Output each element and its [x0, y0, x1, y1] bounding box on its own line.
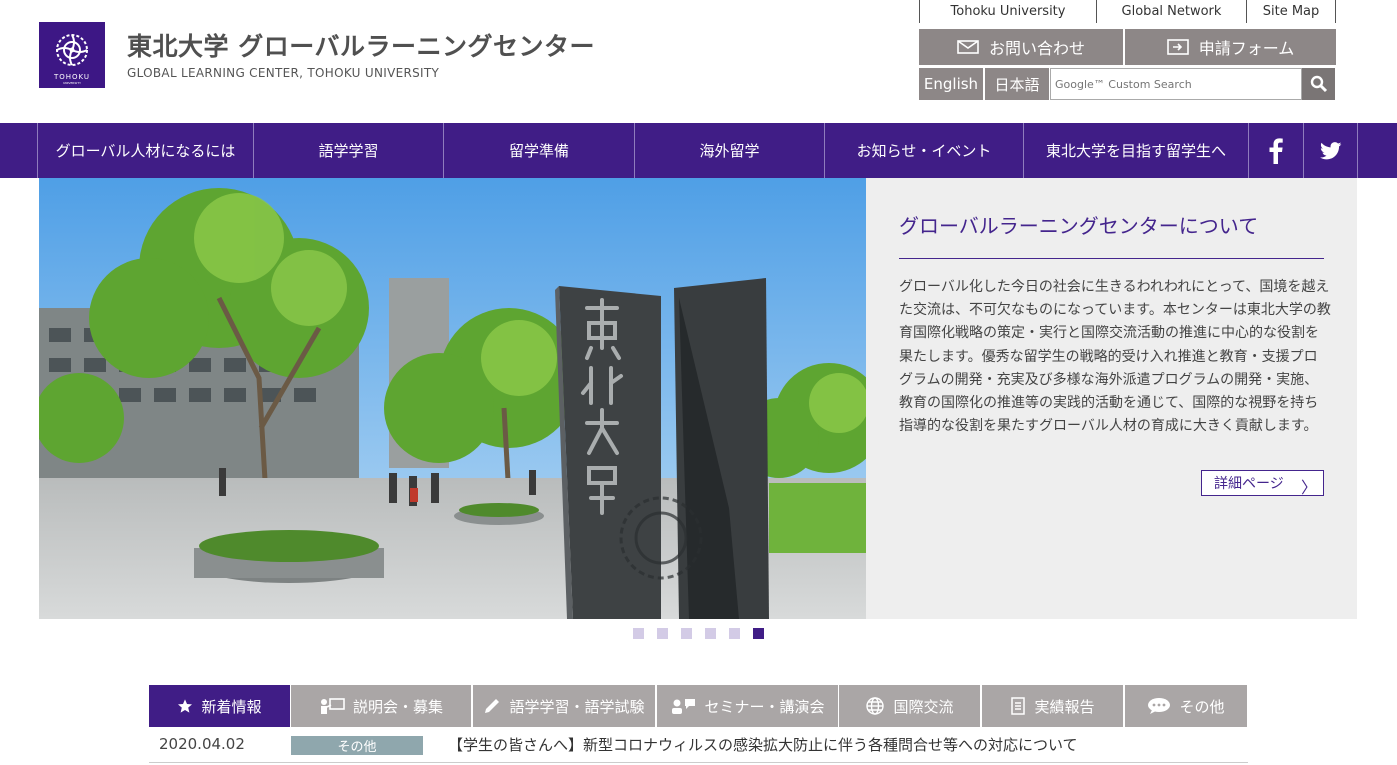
- presentation-icon: [320, 698, 345, 714]
- tab-label: 語学学習・語学試験: [509, 697, 645, 716]
- facebook-link[interactable]: [1248, 123, 1303, 178]
- nav-item-international-students[interactable]: 東北大学を目指す留学生へ: [1023, 123, 1248, 178]
- header-buttons: お問い合わせ 申請フォーム: [919, 29, 1336, 65]
- detail-label: 詳細ページ: [1214, 476, 1284, 492]
- university-logo[interactable]: TOHOKU UNIVERSITY: [39, 22, 105, 88]
- language-search-row: English 日本語: [919, 68, 1335, 100]
- slide-dot-2[interactable]: [657, 628, 668, 639]
- tab-label: 国際交流: [893, 697, 954, 716]
- campus-photo-illustration: [39, 178, 866, 619]
- tab-latest-news[interactable]: 新着情報: [149, 685, 290, 727]
- slide-dot-6[interactable]: [753, 628, 764, 639]
- top-links: Tohoku University Global Network Site Ma…: [919, 0, 1336, 23]
- site-title[interactable]: 東北大学 グローバルラーニングセンター: [127, 27, 595, 63]
- top-link-global-network[interactable]: Global Network: [1096, 0, 1246, 23]
- tab-reports[interactable]: 実績報告: [982, 685, 1123, 727]
- application-form-button[interactable]: 申請フォーム: [1125, 29, 1336, 65]
- nav-item-study-abroad-prep[interactable]: 留学準備: [443, 123, 634, 178]
- globe-icon: [866, 697, 885, 715]
- news-category-badge: その他: [291, 736, 423, 755]
- tab-international-exchange[interactable]: 国際交流: [839, 685, 980, 727]
- nav-item-language-learning[interactable]: 語学学習: [253, 123, 443, 178]
- detail-page-button[interactable]: 詳細ページ 〉: [1201, 470, 1324, 497]
- twitter-icon: [1319, 141, 1341, 159]
- university-emblem-icon: [56, 34, 88, 66]
- slider-dots: [633, 628, 764, 639]
- tab-label: 実績報告: [1034, 697, 1095, 716]
- tab-other[interactable]: その他: [1125, 685, 1247, 727]
- contact-button[interactable]: お問い合わせ: [919, 29, 1123, 65]
- chevron-right-icon: 〉: [1300, 478, 1317, 497]
- lang-english-button[interactable]: English: [919, 68, 983, 100]
- form-label: 申請フォーム: [1198, 39, 1295, 58]
- slide-dot-3[interactable]: [681, 628, 692, 639]
- envelope-icon: [957, 40, 979, 54]
- pencil-icon: [485, 699, 500, 713]
- news-title-link[interactable]: 【学生の皆さんへ】新型コロナウィルスの感染拡大防止に伴う各種問合せ等への対応につ…: [448, 734, 1078, 755]
- about-text: グローバル化した今日の社会に生きるわれわれにとって、国境を越えた交流は、不可欠な…: [899, 279, 1331, 435]
- slide-dot-1[interactable]: [633, 628, 644, 639]
- tab-label: 説明会・募集: [352, 697, 443, 716]
- form-icon: [1166, 39, 1189, 55]
- nav-divider: [1357, 123, 1358, 178]
- hero-image[interactable]: [39, 178, 866, 619]
- tab-seminars[interactable]: セミナー・講演会: [657, 685, 838, 727]
- nav-item-global-talent[interactable]: グローバル人材になるには: [37, 123, 253, 178]
- people-icon: [672, 699, 696, 714]
- nav-item-news-events[interactable]: お知らせ・イベント: [824, 123, 1023, 178]
- lang-japanese-button[interactable]: 日本語: [985, 68, 1049, 100]
- search-input[interactable]: [1050, 68, 1302, 100]
- news-item[interactable]: 2020.04.02 その他 【学生の皆さんへ】新型コロナウィルスの感染拡大防止…: [149, 727, 1248, 763]
- about-panel: グローバルラーニングセンターについて グローバル化した今日の社会に生きるわれわれ…: [866, 178, 1357, 619]
- about-title: グローバルラーニングセンターについて: [899, 214, 1259, 238]
- tab-info-sessions[interactable]: 説明会・募集: [291, 685, 471, 727]
- star-icon: [178, 699, 193, 713]
- contact-label: お問い合わせ: [988, 39, 1085, 58]
- facebook-icon: [1269, 137, 1283, 164]
- tab-label: 新着情報: [201, 697, 262, 716]
- document-icon: [1011, 697, 1026, 715]
- tab-language-exams[interactable]: 語学学習・語学試験: [473, 685, 655, 727]
- top-link-site-map[interactable]: Site Map: [1246, 0, 1336, 23]
- main-nav: グローバル人材になるには 語学学習 留学準備 海外留学 お知らせ・イベント 東北…: [0, 123, 1397, 178]
- logo-text: TOHOKU: [53, 73, 91, 81]
- news-date: 2020.04.02: [159, 735, 245, 753]
- top-link-tohoku-university[interactable]: Tohoku University: [919, 0, 1096, 23]
- tab-label: その他: [1179, 697, 1225, 716]
- twitter-link[interactable]: [1303, 123, 1357, 178]
- chat-icon: [1148, 698, 1171, 714]
- logo-subtext: UNIVERSITY: [63, 81, 81, 85]
- tab-label: セミナー・講演会: [704, 697, 825, 716]
- nav-item-overseas-study[interactable]: 海外留学: [634, 123, 824, 178]
- slide-dot-4[interactable]: [705, 628, 716, 639]
- search-icon: [1310, 75, 1327, 93]
- search-button[interactable]: [1302, 68, 1335, 100]
- site-subtitle: GLOBAL LEARNING CENTER, TOHOKU UNIVERSIT…: [127, 66, 440, 80]
- title-rule: [899, 258, 1324, 259]
- slide-dot-5[interactable]: [729, 628, 740, 639]
